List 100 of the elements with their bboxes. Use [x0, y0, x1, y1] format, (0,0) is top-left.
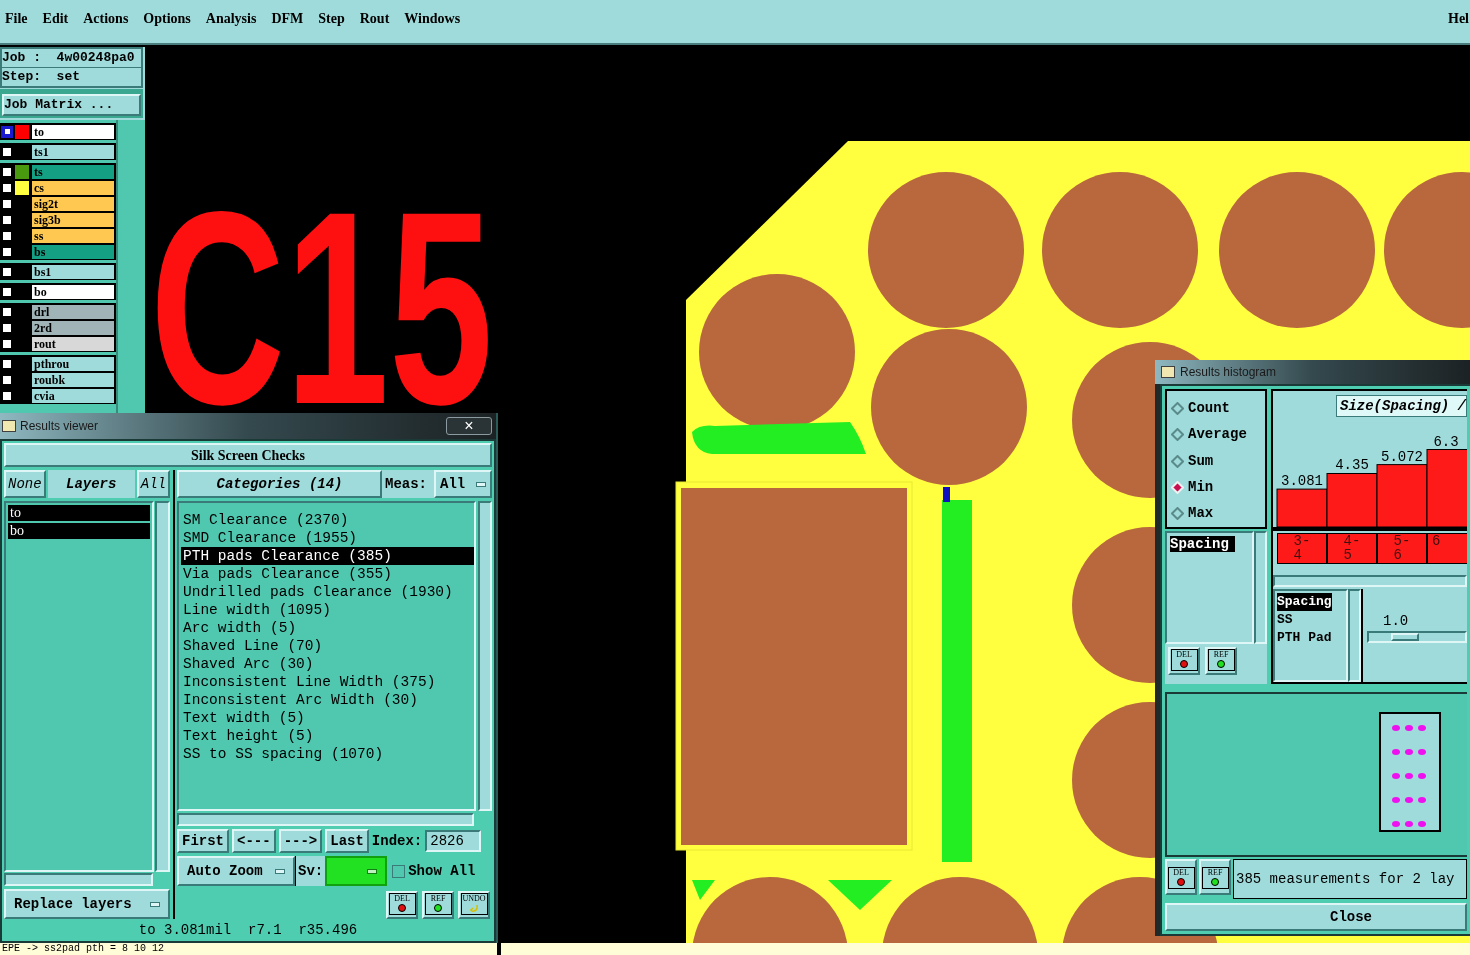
radio-button[interactable] [1171, 428, 1184, 442]
navigation-button[interactable]: ---> [278, 829, 323, 853]
layer-name[interactable]: 2rd [32, 320, 114, 335]
layer-checkbox[interactable] [1, 285, 13, 298]
layer-checkbox[interactable] [1, 337, 13, 350]
layer-checkbox[interactable] [1, 357, 13, 370]
auto-zoom-dropdown[interactable]: Auto Zoom [177, 856, 295, 886]
layers-label-button[interactable]: Layers [47, 470, 135, 498]
ref-button[interactable]: REF [422, 891, 454, 919]
attribute-list-item[interactable]: Spacing [1277, 593, 1332, 611]
category-list-item[interactable]: Line width (1095) [181, 601, 474, 619]
category-list-item[interactable]: Shaved Line (70) [181, 637, 474, 655]
menu-item[interactable]: DFM [271, 8, 304, 29]
layer-list-item[interactable]: to [8, 505, 150, 521]
navigation-button[interactable]: First [177, 829, 229, 853]
category-list-item[interactable]: Text height (5) [181, 727, 474, 745]
layer-name[interactable]: ts [32, 164, 114, 179]
category-list-item[interactable]: Arc width (5) [181, 619, 474, 637]
horizontal-scrollbar[interactable] [4, 873, 153, 886]
layer-checkbox[interactable] [1, 265, 13, 278]
menu-item[interactable]: Options [143, 8, 191, 29]
close-button[interactable]: Close [1165, 903, 1467, 931]
category-list-item[interactable]: SS to SS spacing (1070) [181, 745, 474, 763]
layer-checkbox[interactable] [1, 245, 13, 258]
layer-checkbox[interactable] [1, 181, 13, 194]
show-all-checkbox[interactable] [392, 864, 406, 878]
menu-item[interactable]: Actions [83, 8, 129, 29]
category-list-item[interactable]: Inconsistent Arc Width (30) [181, 691, 474, 709]
layer-list[interactable]: to bo [4, 501, 154, 872]
menu-item[interactable]: Analysis [205, 8, 257, 29]
layer-name[interactable]: ss [32, 228, 114, 243]
sv-color-dropdown[interactable] [325, 856, 388, 886]
layer-checkbox[interactable] [1, 229, 13, 242]
category-list-item[interactable]: SM Clearance (2370) [181, 511, 474, 529]
category-list-item[interactable]: Via pads Clearance (355) [181, 565, 474, 583]
menu-item[interactable]: Edit [42, 8, 69, 29]
del-button[interactable]: DEL [1168, 647, 1200, 675]
category-list-item[interactable]: SMD Clearance (1955) [181, 529, 474, 547]
layer-name[interactable]: drl [32, 304, 114, 319]
vertical-scrollbar[interactable] [155, 501, 170, 872]
close-button[interactable]: × [446, 417, 492, 435]
layer-name[interactable]: sig3b [32, 212, 114, 227]
layer-name[interactable]: to [32, 124, 114, 139]
vertical-scrollbar[interactable] [1254, 531, 1267, 644]
menu-item[interactable]: Rout [359, 8, 390, 29]
layer-checkbox[interactable] [1, 197, 13, 210]
layer-name[interactable]: ts1 [32, 144, 114, 159]
vertical-scrollbar[interactable] [478, 501, 492, 811]
layer-name[interactable]: bs1 [32, 264, 114, 279]
layer-checkbox[interactable] [1, 125, 13, 138]
category-list-item[interactable]: Text width (5) [181, 709, 474, 727]
category-list-item[interactable]: PTH pads Clearance (385) [181, 547, 474, 565]
undo-button[interactable]: UNDO [458, 891, 490, 919]
layer-checkbox[interactable] [1, 305, 13, 318]
category-list[interactable] [177, 501, 476, 811]
attribute-list-item[interactable]: SS [1277, 611, 1293, 629]
menu-item[interactable]: File [5, 8, 28, 29]
index-field[interactable]: 2826 [425, 830, 482, 852]
slider-thumb[interactable] [1391, 633, 1420, 641]
category-list-item[interactable]: Shaved Arc (30) [181, 655, 474, 673]
meas-dropdown[interactable]: All [434, 470, 492, 498]
menu-item[interactable]: Windows [404, 8, 461, 29]
layer-name[interactable]: bs [32, 244, 114, 259]
del-button[interactable]: DEL [386, 891, 418, 919]
radio-button[interactable] [1171, 507, 1184, 521]
ref-button[interactable]: REF [1205, 647, 1237, 675]
layer-name[interactable]: pthrou [32, 356, 114, 371]
layer-checkbox[interactable] [1, 213, 13, 226]
layer-name[interactable]: cs [32, 180, 114, 195]
vertical-scrollbar[interactable] [1348, 589, 1361, 682]
measure-list-item[interactable]: Spacing [1170, 536, 1235, 552]
menu-item[interactable]: Hel [1448, 8, 1470, 29]
layer-name[interactable]: sig2t [32, 196, 114, 211]
radio-button[interactable] [1171, 454, 1184, 468]
slider-track[interactable] [1367, 631, 1467, 643]
layer-name[interactable]: roubk [32, 372, 114, 387]
layer-checkbox[interactable] [1, 373, 13, 386]
navigation-button[interactable]: Last [325, 829, 369, 853]
layer-list-item[interactable]: bo [8, 523, 150, 539]
category-list-item[interactable]: Inconsistent Line Width (375) [181, 673, 474, 691]
replace-layers-dropdown[interactable]: Replace layers [4, 889, 170, 919]
ref-button[interactable]: REF [1199, 859, 1231, 895]
categories-button[interactable]: Categories (14) [177, 470, 382, 498]
horizontal-scrollbar[interactable] [1273, 575, 1467, 587]
measure-list[interactable]: Spacing [1165, 531, 1254, 644]
attribute-list[interactable]: Spacing SS PTH Pad [1273, 589, 1348, 682]
layer-name[interactable]: bo [32, 284, 114, 299]
navigation-button[interactable]: <--- [232, 829, 276, 853]
radio-button[interactable] [1171, 401, 1184, 415]
horizontal-scrollbar[interactable] [177, 813, 474, 826]
layer-checkbox[interactable] [1, 321, 13, 334]
layer-filter-button[interactable]: All [136, 470, 170, 498]
layer-name[interactable]: rout [32, 336, 114, 351]
layer-name[interactable]: cvia [32, 388, 114, 403]
menu-item[interactable]: Step [318, 8, 345, 29]
layer-checkbox[interactable] [1, 165, 13, 178]
job-matrix-button[interactable]: Job Matrix ... [2, 94, 141, 116]
layer-checkbox[interactable] [1, 389, 13, 402]
category-list-item[interactable]: Undrilled pads Clearance (1930) [181, 583, 474, 601]
del-button[interactable]: DEL [1165, 859, 1197, 895]
